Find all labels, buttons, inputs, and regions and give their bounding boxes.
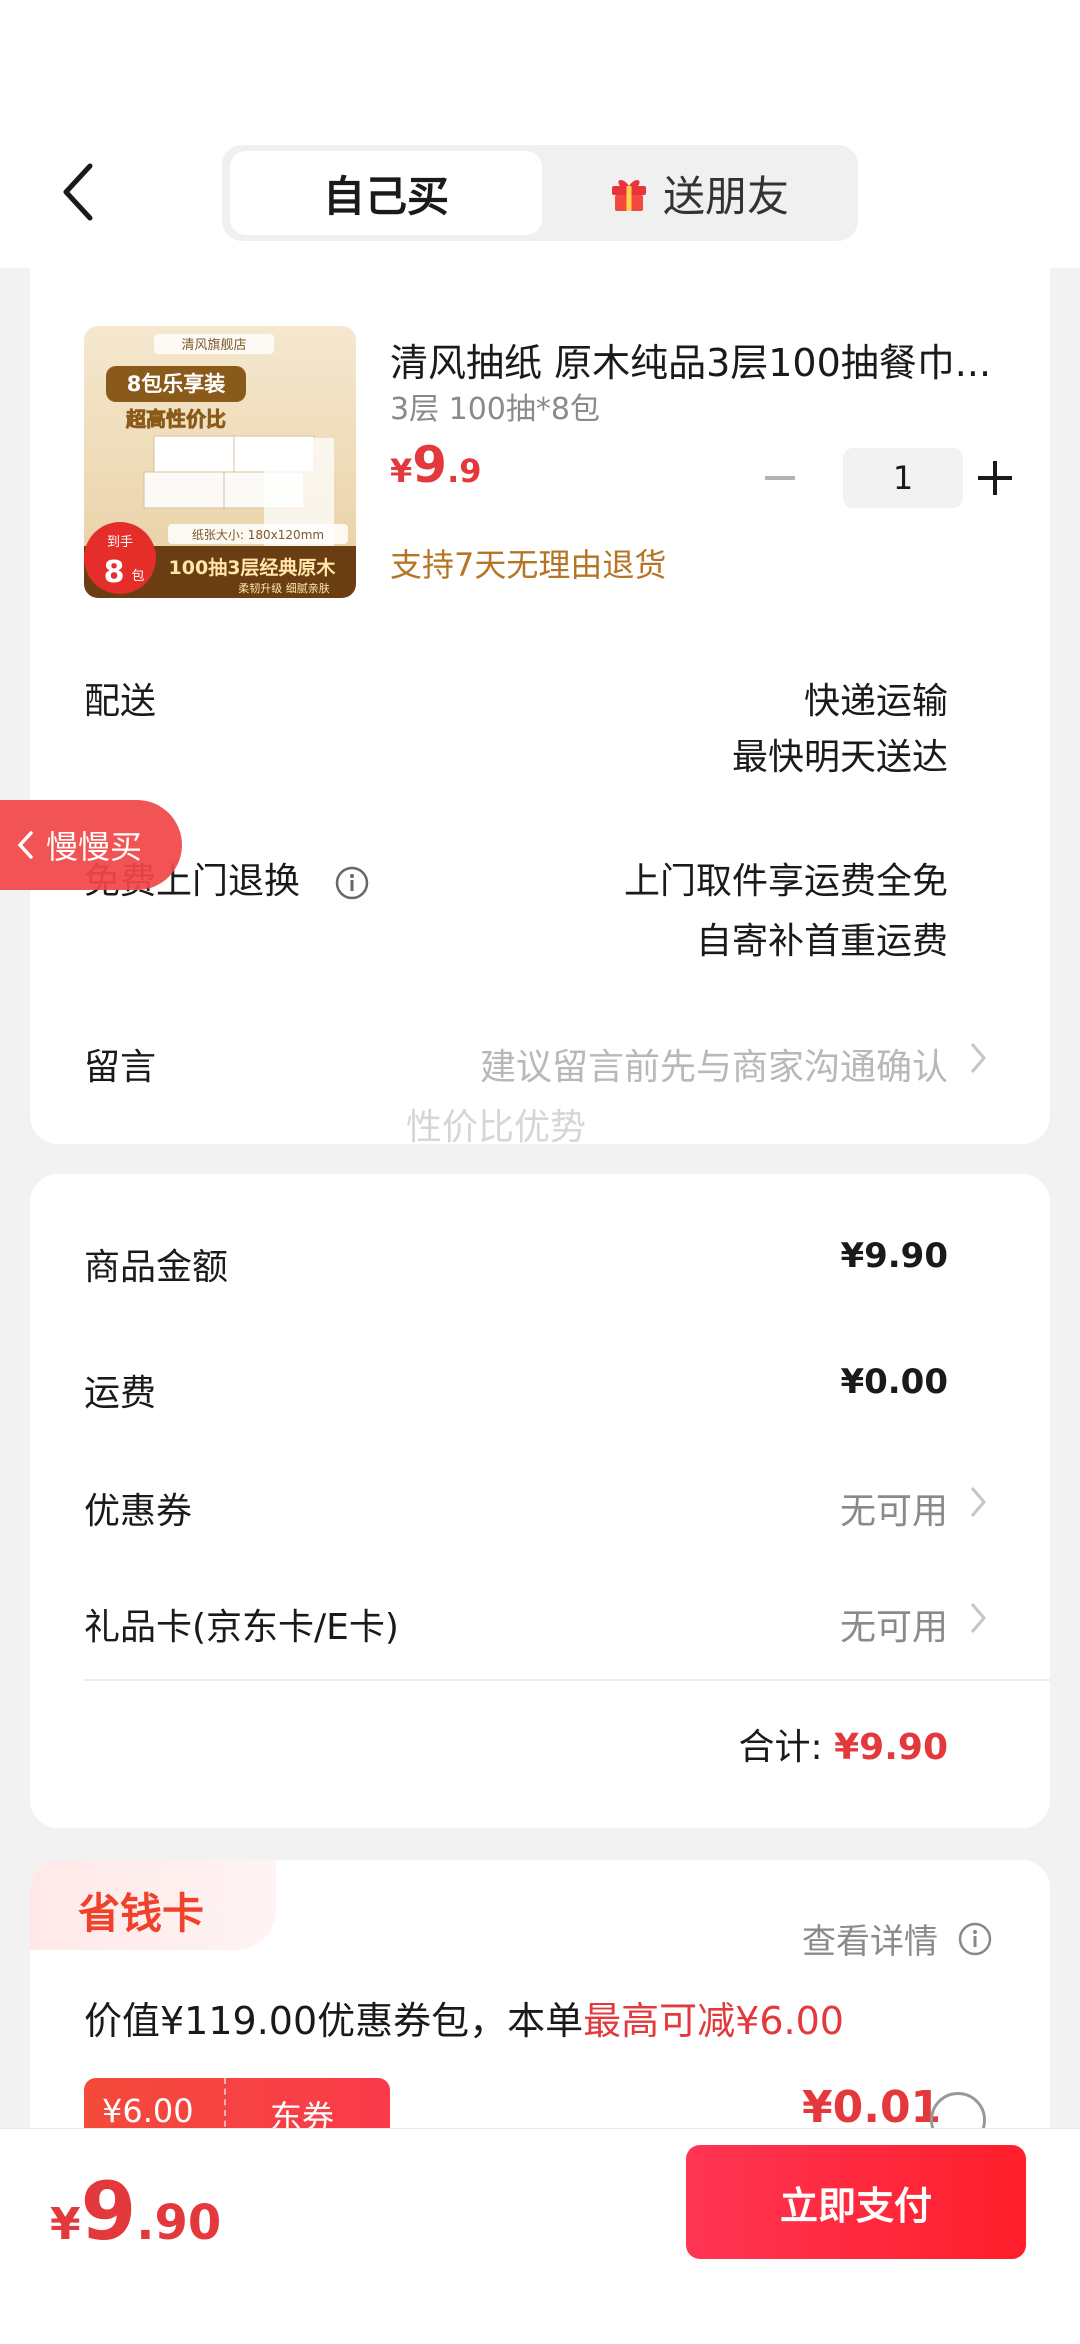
goods-amount-label: 商品金额 bbox=[84, 1247, 229, 1288]
total-label: 合计: bbox=[738, 1727, 823, 1768]
saver-card-description: 价值¥119.00优惠券包，本单最高可减¥6.00 bbox=[84, 1999, 844, 2043]
watermark: 性价比优势 bbox=[406, 1107, 587, 1148]
product-spec: 3层 100抽*8包 bbox=[390, 392, 600, 427]
goods-amount-value: ¥9.90 bbox=[840, 1236, 948, 1276]
product-image[interactable]: 清风旗舰店 8包乐享装 超高性价比 纸张大小: 180x120mm 100抽3层… bbox=[84, 326, 356, 598]
total-value: ¥9.90 bbox=[834, 1727, 948, 1768]
svg-text:100抽3层经典原木: 100抽3层经典原木 bbox=[169, 556, 337, 579]
return-policy-note: 支持7天无理由退货 bbox=[390, 546, 667, 584]
saver-card-detail-label: 查看详情 bbox=[802, 1922, 938, 1962]
saver-card-price: ¥0.01 bbox=[802, 2082, 942, 2133]
checkout-bar: ¥9.90 立即支付 bbox=[0, 2128, 1080, 2344]
free-return-pickup: 上门取件享运费全免 bbox=[623, 861, 948, 902]
quantity-input[interactable]: 1 bbox=[843, 448, 963, 508]
message-input[interactable]: 建议留言前先与商家沟通确认 bbox=[480, 1038, 948, 1090]
quantity-stepper: 1 bbox=[750, 446, 1012, 510]
pay-now-button[interactable]: 立即支付 bbox=[686, 2145, 1026, 2259]
product-price: ¥9.9 bbox=[390, 436, 482, 494]
svg-text:纸张大小: 180x120mm: 纸张大小: 180x120mm bbox=[192, 528, 324, 542]
message-label: 留言 bbox=[84, 1047, 157, 1088]
delivery-method: 快递运输 bbox=[803, 681, 948, 722]
chevron-right-icon bbox=[970, 1487, 986, 1517]
svg-text:8: 8 bbox=[104, 555, 125, 590]
minus-icon bbox=[765, 476, 795, 480]
coupon-label: 优惠券 bbox=[84, 1491, 193, 1532]
divider bbox=[84, 1679, 1050, 1681]
gift-icon bbox=[611, 179, 646, 211]
increase-quantity-button[interactable] bbox=[965, 446, 1025, 510]
purchase-mode-switch: 自己买 送朋友 bbox=[222, 145, 858, 241]
shipping-value: ¥0.00 bbox=[840, 1362, 948, 1402]
tab-gift-to-friend-label: 送朋友 bbox=[662, 171, 789, 221]
price-compare-float-button[interactable]: 慢慢买 bbox=[0, 800, 182, 890]
svg-text:包: 包 bbox=[131, 569, 144, 584]
order-item-card: 清风旗舰店 8包乐享装 超高性价比 纸张大小: 180x120mm 100抽3层… bbox=[30, 240, 1050, 1148]
tab-buy-for-self-label: 自己买 bbox=[322, 171, 449, 221]
free-return-selfsend: 自寄补首重运费 bbox=[695, 921, 948, 962]
chevron-left-icon bbox=[17, 831, 33, 859]
price-compare-label: 慢慢买 bbox=[46, 828, 143, 866]
chevron-right-icon bbox=[970, 1043, 986, 1073]
svg-text:到手: 到手 bbox=[107, 535, 133, 550]
order-total: 合计: ¥9.90 bbox=[739, 1718, 948, 1770]
product-title[interactable]: 清风抽纸 原木纯品3层100抽餐巾... bbox=[390, 332, 1010, 387]
plus-icon bbox=[978, 461, 1012, 495]
saver-card-section: 省钱卡 查看详情 价值¥119.00优惠券包，本单最高可减¥6.00 ¥6.00… bbox=[30, 1860, 1050, 2160]
delivery-eta: 最快明天送达 bbox=[731, 737, 948, 778]
svg-text:超高性价比: 超高性价比 bbox=[125, 407, 226, 431]
price-summary-card: 商品金额 ¥9.90 运费 ¥0.00 优惠券 无可用 礼品卡(京东卡/E卡) … bbox=[30, 1174, 1050, 1828]
saver-card-title: 省钱卡 bbox=[78, 1889, 205, 1938]
coupon-amount: ¥6.00 bbox=[102, 2092, 194, 2130]
tab-buy-for-self[interactable]: 自己买 bbox=[230, 151, 542, 235]
delivery-label: 配送 bbox=[84, 681, 157, 722]
back-arrow-icon[interactable] bbox=[56, 160, 104, 224]
gift-card-value[interactable]: 无可用 bbox=[840, 1598, 948, 1650]
svg-text:8包乐享装: 8包乐享装 bbox=[127, 372, 226, 396]
coupon-value[interactable]: 无可用 bbox=[840, 1482, 948, 1534]
saver-card-detail-link[interactable]: 查看详情 bbox=[802, 1914, 992, 1963]
tab-gift-to-friend[interactable]: 送朋友 bbox=[548, 151, 850, 235]
tissue-pack-image: 清风旗舰店 8包乐享装 超高性价比 纸张大小: 180x120mm 100抽3层… bbox=[84, 326, 356, 598]
store-badge: 清风旗舰店 bbox=[181, 337, 246, 353]
svg-text:柔韧升级 细腻亲肤: 柔韧升级 细腻亲肤 bbox=[238, 581, 330, 595]
info-icon[interactable] bbox=[335, 866, 369, 900]
shipping-label: 运费 bbox=[84, 1373, 157, 1414]
gift-card-label: 礼品卡(京东卡/E卡) bbox=[84, 1607, 399, 1648]
header: 自己买 送朋友 bbox=[0, 0, 1080, 268]
chevron-right-icon bbox=[970, 1603, 986, 1633]
info-icon bbox=[958, 1922, 992, 1955]
decrease-quantity-button[interactable] bbox=[750, 446, 810, 510]
checkout-price: ¥9.90 bbox=[50, 2165, 222, 2258]
